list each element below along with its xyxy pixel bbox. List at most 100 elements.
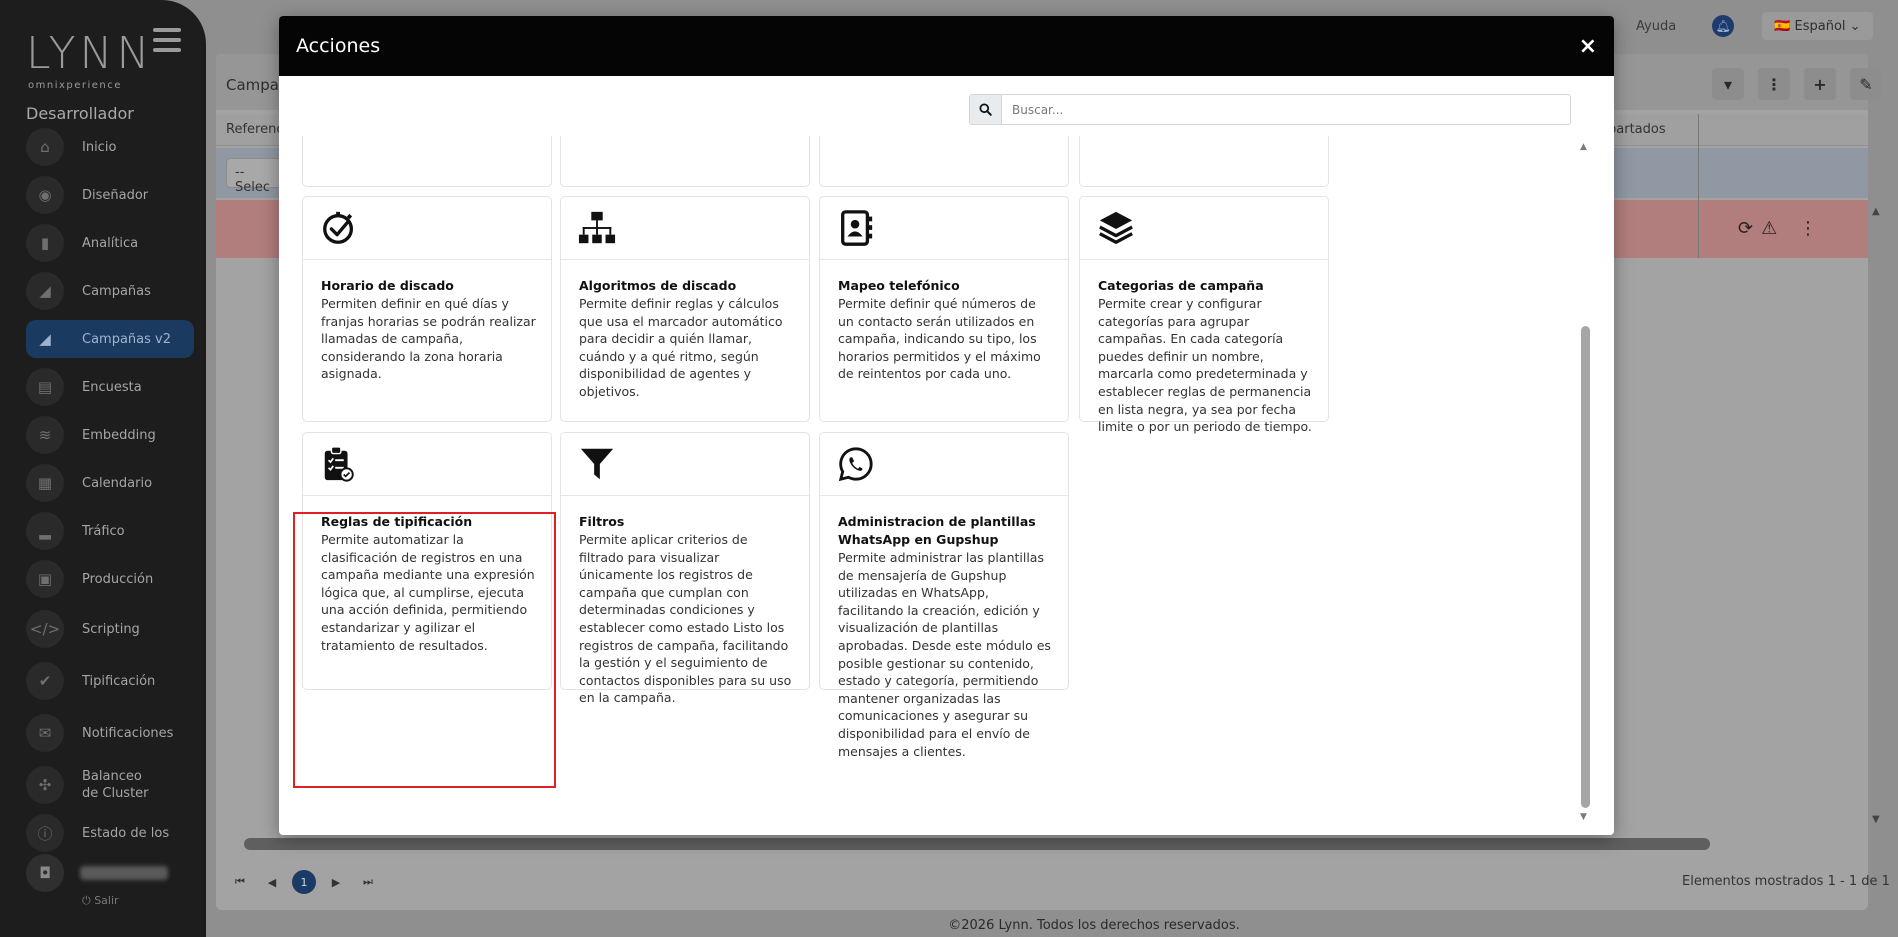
sidebar-item-label: Tipificación [82,673,156,689]
card-description: Permite definir qué números de un contac… [838,296,1041,382]
logout-label: Salir [94,894,119,907]
sidebar-item-producción[interactable]: ▣ Producción [26,560,194,598]
filter-select[interactable]: --Selec [226,158,286,195]
add-icon[interactable]: + [1804,68,1836,100]
sidebar-item-label: Tráfico [82,523,125,539]
sidebar-item-estado-de-los[interactable]: ⓘ Estado de los [26,814,194,852]
scroll-up-icon[interactable]: ▲ [1872,206,1880,217]
logo-subtitle: omnixperience [28,80,122,91]
horizontal-scrollbar[interactable] [244,838,1710,850]
card-title: Horario de discado [321,278,454,293]
menu-toggle-icon[interactable] [153,28,181,52]
sidebar-item-diseñador[interactable]: ◉ Diseñador [26,176,194,214]
card-reglas-de-tipificacion[interactable]: Reglas de tipificación Permite automatiz… [302,432,552,690]
sidebar: LYNN omnixperience Desarrollador ⌂ Inicio… [0,0,206,937]
row-actions[interactable]: ⟳⚠ ⋮ [1738,218,1825,239]
clipboard-icon: ▤ [26,368,64,406]
layers-icon [1099,211,1133,244]
sidebar-item-inicio[interactable]: ⌂ Inicio [26,128,194,166]
card-title: Reglas de tipificación [321,514,473,529]
card-title: Algoritmos de discado [579,278,737,293]
last-page-icon[interactable]: ⏭ [356,870,380,894]
palette-icon: ◉ [26,176,64,214]
card-title: Categorias de campaña [1098,278,1264,293]
card-description: Permite administrar las plantillas de me… [838,550,1051,759]
card-categorias-de-campana[interactable]: Categorias de campaña Permite crear y co… [1079,196,1329,434]
sidebar-item-label: Analítica [82,235,139,251]
calendar-icon: ▦ [26,464,64,502]
more-options-icon[interactable]: ⋮ [1758,68,1790,100]
sidebar-item-scripting[interactable]: </> Scripting [26,610,194,648]
column-apartados: partados [1608,122,1666,137]
close-icon[interactable]: × [1579,34,1597,59]
sidebar-item-label: Estado de los [82,825,170,841]
next-page-icon[interactable]: ▶ [324,870,348,894]
sidebar-item-tráfico[interactable]: ▂ Tráfico [26,512,194,550]
sidebar-item-campañas-v2[interactable]: ◢ Campañas v2 [26,320,194,358]
sidebar-item-label: Diseñador [82,187,149,203]
card-description: Permite definir reglas y cálculos que us… [579,296,783,399]
bell-icon[interactable]: 🔔︎ [1712,15,1735,37]
sidebar-item-balanceo-de-cluster[interactable]: ✣ Balanceo de Cluster [26,766,194,804]
modal-title: Acciones [296,35,381,57]
sidebar-item-calendario[interactable]: ▦ Calendario [26,464,194,502]
footer-copyright: ©2026 Lynn. Todos los derechos reservado… [948,918,1240,933]
megaphone-icon: ◢ [26,272,64,310]
card-icon-area [561,197,809,260]
whatsapp-icon [838,447,873,482]
pagination: ⏮ ◀ 1 ▶ ⏭ [228,870,388,894]
card-description: Permite automatizar la clasificación de … [321,532,535,653]
search-icon[interactable] [970,95,1002,124]
sidebar-item-encuesta[interactable]: ▤ Encuesta [26,368,194,406]
sidebar-item-notificaciones[interactable]: ✉ Notificaciones [26,714,194,752]
campaign-panel-title: Campa [226,76,279,94]
vertical-scrollbar[interactable]: ▲ ▼ [1579,142,1591,822]
card-algoritmos-de-discado[interactable]: Algoritmos de discado Permite definir re… [560,196,810,422]
briefcase-icon: ▣ [26,560,64,598]
first-page-icon[interactable]: ⏮ [228,870,252,894]
language-select[interactable]: 🇪🇸︎ Español ⌄ [1762,12,1873,40]
scrollbar-thumb[interactable] [1581,326,1590,808]
sidebar-item-embedding[interactable]: ≋ Embedding [26,416,194,454]
camera-icon[interactable]: ◘ [26,854,64,892]
card-icon-area [1080,197,1328,260]
action-card-partial[interactable] [560,136,810,187]
card-mapeo-telefonico[interactable]: Mapeo telefónico Permite definir qué núm… [819,196,1069,422]
sidebar-item-tipificación[interactable]: ✔ Tipificación [26,662,194,700]
card-filtros[interactable]: Filtros Permite aplicar criterios de fil… [560,432,810,705]
signal-icon: ▂ [26,512,64,550]
search-input[interactable] [1002,95,1570,124]
logout-link[interactable]: ⏻ Salir [82,894,119,908]
sidebar-item-campañas[interactable]: ◢ Campañas [26,272,194,310]
sidebar-item-label: Encuesta [82,379,142,395]
action-card-partial[interactable] [302,136,552,187]
card-icon-area [820,197,1068,260]
magic-wand-icon[interactable]: ✎ [1850,68,1882,100]
scroll-down-icon[interactable]: ▼ [1872,814,1880,825]
sidebar-item-label: Embedding [82,427,156,443]
card-icon-area [561,433,809,496]
card-title: Mapeo telefónico [838,278,960,293]
prev-page-icon[interactable]: ◀ [260,870,284,894]
card-description: Permite aplicar criterios de filtrado pa… [579,532,792,706]
modal-header: Acciones × [279,16,1614,76]
check-circle-icon: ✔ [26,662,64,700]
help-link[interactable]: Ayuda [1636,19,1676,34]
card-horario-de-discado[interactable]: Horario de discado Permiten definir en q… [302,196,552,422]
notification-icon: ✉ [26,714,64,752]
sidebar-item-analítica[interactable]: ▮ Analítica [26,224,194,262]
scroll-up-icon[interactable]: ▲ [1580,142,1587,152]
action-card-partial[interactable] [1079,136,1329,187]
database-icon: ≋ [26,416,64,454]
cards-grid: Horario de discado Permiten definir en q… [279,136,1614,835]
scroll-down-icon[interactable]: ▼ [1580,812,1587,822]
user-profile[interactable]: ◘ [26,854,168,892]
action-card-partial[interactable] [819,136,1069,187]
card-plantillas-whatsapp-gupshup[interactable]: Administracion de plantillas WhatsApp en… [819,432,1069,759]
dropdown-toggle-icon[interactable]: ▾ [1712,68,1744,100]
sidebar-item-label: Producción [82,571,154,587]
sidebar-item-label: Scripting [82,621,140,637]
sidebar-item-label: Balanceo de Cluster [82,769,149,801]
page-number[interactable]: 1 [292,870,316,894]
sidebar-item-label: Campañas [82,283,151,299]
